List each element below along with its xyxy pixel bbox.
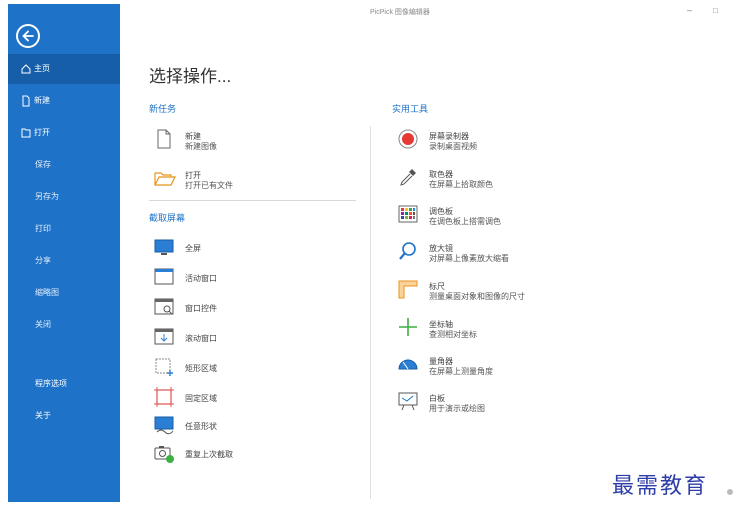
section-new-task: 新任务 bbox=[149, 104, 177, 114]
sidebar-item-print[interactable]: 打印 bbox=[8, 214, 120, 244]
new-file-icon bbox=[21, 86, 31, 116]
monitor-icon bbox=[153, 236, 175, 258]
sidebar-item-save[interactable]: 保存 bbox=[8, 150, 120, 180]
watermark: 最需教育 bbox=[612, 474, 709, 499]
back-arrow-icon bbox=[22, 30, 34, 42]
freehand-icon bbox=[153, 414, 175, 436]
open-folder-icon bbox=[153, 167, 176, 189]
home-icon bbox=[21, 54, 31, 84]
section-divider bbox=[149, 200, 356, 201]
section-capture: 截取屏幕 bbox=[149, 213, 186, 223]
sidebar-item-share[interactable]: 分享 bbox=[8, 246, 120, 276]
column-divider bbox=[370, 126, 371, 499]
title-bar: PicPick 图像编辑器 – □ bbox=[120, 4, 735, 20]
active-window-icon bbox=[153, 266, 175, 288]
back-button[interactable] bbox=[16, 24, 40, 48]
sidebar: 主页 新建 打开 保存 另存为 打印 分享 缩略图 关闭 程序选项 关于 bbox=[8, 4, 120, 502]
sidebar-item-open[interactable]: 打开 bbox=[8, 118, 120, 148]
sidebar-item-thumbnail[interactable]: 缩略图 bbox=[8, 278, 120, 308]
app-window: 主页 新建 打开 保存 另存为 打印 分享 缩略图 关闭 程序选项 关于 Pic… bbox=[8, 4, 735, 502]
sidebar-item-close[interactable]: 关闭 bbox=[8, 310, 120, 340]
sidebar-item-options[interactable]: 程序选项 bbox=[8, 369, 120, 399]
scrolling-window-icon bbox=[153, 326, 175, 348]
window-control-icon bbox=[153, 296, 175, 318]
eyedropper-icon bbox=[397, 166, 419, 188]
protractor-icon bbox=[397, 353, 419, 375]
blank-page-icon bbox=[153, 128, 175, 150]
palette-icon bbox=[397, 203, 419, 225]
rect-region-icon bbox=[153, 356, 175, 378]
open-folder-icon bbox=[21, 118, 31, 148]
maximize-button[interactable]: □ bbox=[713, 6, 718, 15]
section-tools: 实用工具 bbox=[392, 104, 429, 114]
crosshair-icon bbox=[397, 316, 419, 338]
sidebar-item-new[interactable]: 新建 bbox=[8, 86, 120, 116]
record-icon bbox=[397, 128, 419, 150]
page-title: 选择操作... bbox=[149, 67, 232, 86]
window-title: PicPick 图像编辑器 bbox=[370, 9, 430, 16]
sidebar-item-save-as[interactable]: 另存为 bbox=[8, 182, 120, 212]
whiteboard-icon bbox=[397, 390, 419, 412]
fixed-region-icon bbox=[153, 386, 175, 408]
magnifier-icon bbox=[397, 240, 419, 262]
minimize-button[interactable]: – bbox=[687, 5, 692, 15]
ruler-icon bbox=[397, 278, 419, 300]
repeat-capture-icon bbox=[153, 442, 175, 464]
sidebar-item-home[interactable]: 主页 bbox=[8, 54, 120, 84]
watermark-logo-icon bbox=[725, 484, 735, 495]
sidebar-item-about[interactable]: 关于 bbox=[8, 401, 120, 431]
